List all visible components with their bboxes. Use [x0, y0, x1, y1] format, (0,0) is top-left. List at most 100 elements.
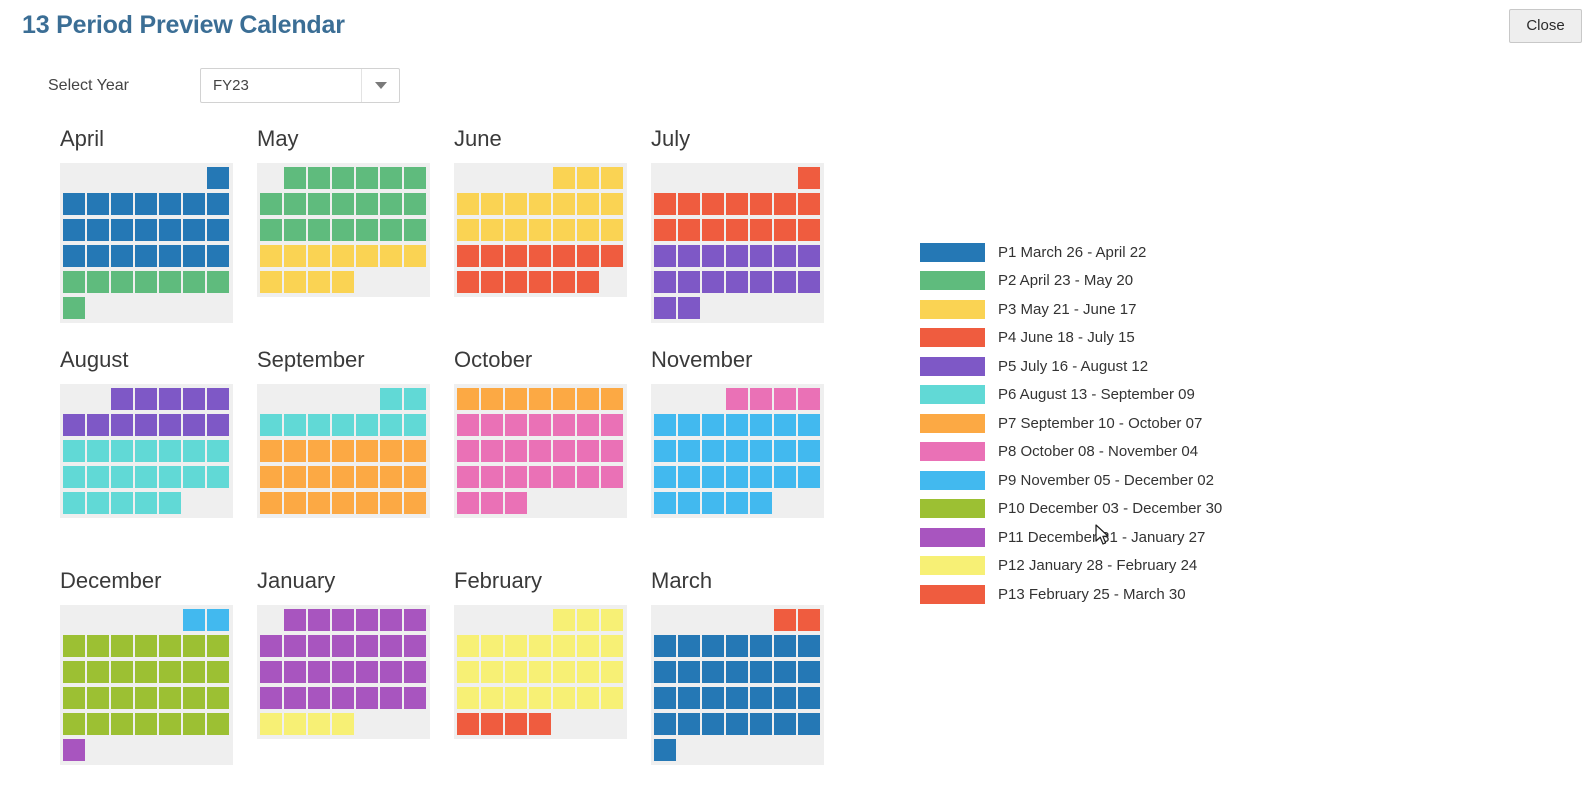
- day-cell[interactable]: [380, 492, 402, 514]
- day-cell[interactable]: [404, 466, 426, 488]
- day-cell[interactable]: [159, 271, 181, 293]
- day-cell[interactable]: [481, 635, 503, 657]
- day-cell[interactable]: [726, 271, 748, 293]
- day-cell[interactable]: [356, 414, 378, 436]
- day-cell[interactable]: [183, 271, 205, 293]
- day-cell[interactable]: [332, 713, 354, 735]
- day-cell[interactable]: [678, 245, 700, 267]
- day-cell[interactable]: [654, 635, 676, 657]
- day-cell[interactable]: [601, 193, 623, 215]
- day-cell[interactable]: [87, 271, 109, 293]
- day-cell[interactable]: [678, 466, 700, 488]
- day-cell[interactable]: [404, 440, 426, 462]
- day-cell[interactable]: [260, 219, 282, 241]
- day-cell[interactable]: [577, 193, 599, 215]
- day-cell[interactable]: [726, 713, 748, 735]
- day-cell[interactable]: [678, 193, 700, 215]
- day-cell[interactable]: [577, 440, 599, 462]
- day-cell[interactable]: [702, 466, 724, 488]
- day-cell[interactable]: [63, 414, 85, 436]
- day-cell[interactable]: [111, 388, 133, 410]
- day-cell[interactable]: [529, 388, 551, 410]
- day-cell[interactable]: [774, 219, 796, 241]
- day-cell[interactable]: [505, 466, 527, 488]
- day-cell[interactable]: [111, 466, 133, 488]
- day-cell[interactable]: [284, 167, 306, 189]
- day-cell[interactable]: [207, 414, 229, 436]
- day-cell[interactable]: [111, 635, 133, 657]
- day-cell[interactable]: [380, 609, 402, 631]
- day-cell[interactable]: [284, 414, 306, 436]
- day-cell[interactable]: [260, 713, 282, 735]
- day-cell[interactable]: [87, 635, 109, 657]
- day-cell[interactable]: [798, 687, 820, 709]
- day-cell[interactable]: [750, 245, 772, 267]
- day-cell[interactable]: [63, 713, 85, 735]
- day-cell[interactable]: [356, 466, 378, 488]
- day-cell[interactable]: [553, 635, 575, 657]
- day-cell[interactable]: [553, 388, 575, 410]
- day-cell[interactable]: [798, 635, 820, 657]
- day-cell[interactable]: [63, 661, 85, 683]
- day-cell[interactable]: [678, 271, 700, 293]
- day-cell[interactable]: [308, 219, 330, 241]
- day-cell[interactable]: [553, 414, 575, 436]
- day-cell[interactable]: [356, 167, 378, 189]
- day-cell[interactable]: [356, 492, 378, 514]
- day-cell[interactable]: [183, 440, 205, 462]
- day-cell[interactable]: [726, 466, 748, 488]
- day-cell[interactable]: [481, 271, 503, 293]
- day-cell[interactable]: [356, 219, 378, 241]
- day-cell[interactable]: [207, 661, 229, 683]
- day-cell[interactable]: [284, 271, 306, 293]
- day-cell[interactable]: [774, 245, 796, 267]
- day-cell[interactable]: [332, 271, 354, 293]
- day-cell[interactable]: [654, 661, 676, 683]
- day-cell[interactable]: [601, 609, 623, 631]
- day-cell[interactable]: [183, 414, 205, 436]
- day-cell[interactable]: [774, 635, 796, 657]
- day-cell[interactable]: [774, 466, 796, 488]
- day-cell[interactable]: [750, 687, 772, 709]
- day-cell[interactable]: [284, 661, 306, 683]
- day-cell[interactable]: [159, 492, 181, 514]
- day-cell[interactable]: [159, 687, 181, 709]
- day-cell[interactable]: [529, 687, 551, 709]
- day-cell[interactable]: [750, 271, 772, 293]
- day-cell[interactable]: [601, 167, 623, 189]
- day-cell[interactable]: [332, 414, 354, 436]
- day-cell[interactable]: [505, 414, 527, 436]
- day-cell[interactable]: [678, 635, 700, 657]
- day-cell[interactable]: [481, 440, 503, 462]
- day-cell[interactable]: [601, 661, 623, 683]
- day-cell[interactable]: [159, 219, 181, 241]
- day-cell[interactable]: [135, 687, 157, 709]
- day-cell[interactable]: [207, 219, 229, 241]
- day-cell[interactable]: [183, 687, 205, 709]
- day-cell[interactable]: [380, 219, 402, 241]
- day-cell[interactable]: [774, 193, 796, 215]
- day-cell[interactable]: [553, 271, 575, 293]
- day-cell[interactable]: [798, 466, 820, 488]
- day-cell[interactable]: [260, 440, 282, 462]
- day-cell[interactable]: [183, 713, 205, 735]
- day-cell[interactable]: [308, 414, 330, 436]
- day-cell[interactable]: [284, 713, 306, 735]
- day-cell[interactable]: [577, 388, 599, 410]
- day-cell[interactable]: [284, 219, 306, 241]
- day-cell[interactable]: [577, 466, 599, 488]
- day-cell[interactable]: [404, 661, 426, 683]
- day-cell[interactable]: [654, 739, 676, 761]
- day-cell[interactable]: [63, 635, 85, 657]
- day-cell[interactable]: [356, 609, 378, 631]
- day-cell[interactable]: [774, 713, 796, 735]
- day-cell[interactable]: [159, 193, 181, 215]
- day-cell[interactable]: [505, 713, 527, 735]
- day-cell[interactable]: [380, 414, 402, 436]
- day-cell[interactable]: [702, 245, 724, 267]
- day-cell[interactable]: [702, 713, 724, 735]
- day-cell[interactable]: [750, 661, 772, 683]
- day-cell[interactable]: [159, 245, 181, 267]
- day-cell[interactable]: [750, 466, 772, 488]
- day-cell[interactable]: [332, 687, 354, 709]
